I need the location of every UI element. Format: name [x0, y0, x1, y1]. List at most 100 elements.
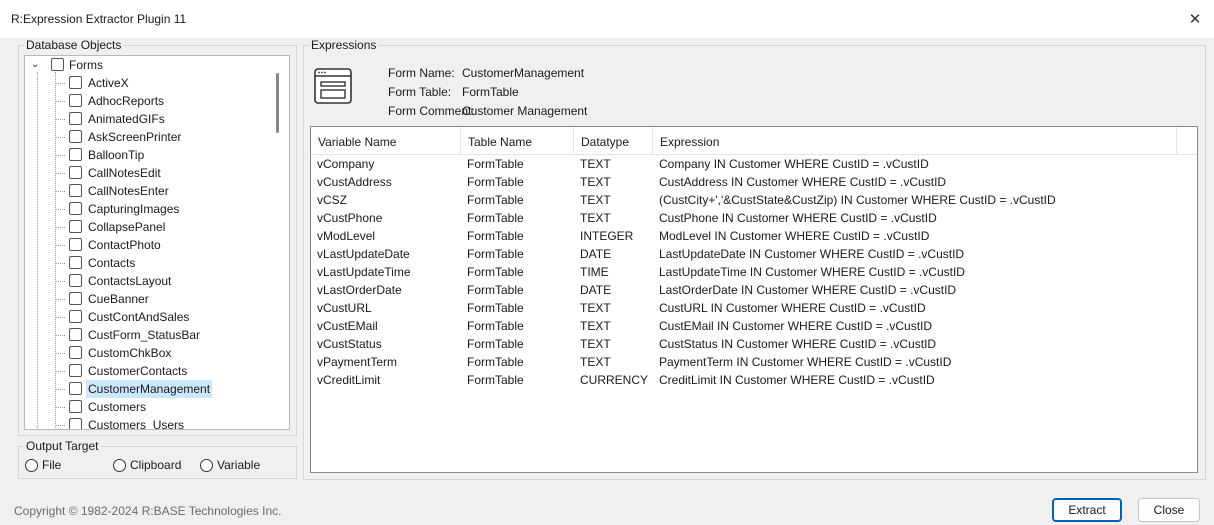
column-datatype[interactable]: Datatype	[574, 127, 653, 155]
table-row[interactable]: vCSZ FormTable TEXT (CustCity+','&CustState…	[311, 191, 1197, 209]
tree-item[interactable]: CallNotesEnter	[25, 182, 265, 200]
table-row[interactable]: vLastUpdateTime FormTable TIME LastUpdateTi…	[311, 263, 1197, 281]
tree-item[interactable]: ContactsLayout	[25, 272, 265, 290]
form-table-label: Form Table:	[388, 85, 452, 99]
tree-item-checkbox[interactable]	[69, 310, 82, 323]
tree-item-checkbox[interactable]	[69, 76, 82, 89]
tree-item-label[interactable]: CollapsePanel	[86, 218, 167, 236]
tree-item-checkbox[interactable]	[69, 346, 82, 359]
tree-item-checkbox[interactable]	[69, 382, 82, 395]
tree-item-label[interactable]: CustomChkBox	[86, 344, 173, 362]
tree-item[interactable]: CueBanner	[25, 290, 265, 308]
tree-item-checkbox[interactable]	[69, 328, 82, 341]
table-row[interactable]: vCustEMail FormTable TEXT CustEMail IN Cust…	[311, 317, 1197, 335]
database-objects-tree[interactable]: ⌄ Forms ActiveX AdhocReports AnimatedGIFs A…	[24, 55, 290, 430]
tree-connector	[55, 425, 65, 426]
tree-item[interactable]: BalloonTip	[25, 146, 265, 164]
tree-item-label[interactable]: BalloonTip	[86, 146, 146, 164]
tree-connector	[55, 227, 65, 228]
table-row[interactable]: vCustAddress FormTable TEXT CustAddress IN …	[311, 173, 1197, 191]
tree-root-forms[interactable]: ⌄ Forms	[25, 56, 285, 74]
tree-item[interactable]: AdhocReports	[25, 92, 265, 110]
tree-item-checkbox[interactable]	[69, 418, 82, 429]
forms-checkbox[interactable]	[51, 58, 64, 71]
table-row[interactable]: vLastOrderDate FormTable DATE LastOrderDate…	[311, 281, 1197, 299]
tree-item-label[interactable]: AdhocReports	[86, 92, 166, 110]
close-icon[interactable]: ✕	[1182, 6, 1208, 32]
tree-item-label[interactable]: Contacts	[86, 254, 137, 272]
tree-item-label[interactable]: CustContAndSales	[86, 308, 191, 326]
chevron-down-icon[interactable]: ⌄	[31, 56, 39, 74]
tree-item[interactable]: CallNotesEdit	[25, 164, 265, 182]
tree-item-checkbox[interactable]	[69, 184, 82, 197]
clipboard-radio[interactable]	[113, 459, 126, 472]
tree-item-checkbox[interactable]	[69, 166, 82, 179]
table-row[interactable]: vModLevel FormTable INTEGER ModLevel IN Cus…	[311, 227, 1197, 245]
table-row[interactable]: vCustPhone FormTable TEXT CustPhone IN Cust…	[311, 209, 1197, 227]
table-row[interactable]: vCustURL FormTable TEXT CustURL IN Customer…	[311, 299, 1197, 317]
copyright-text: Copyright © 1982-2024 R:BASE Technologie…	[14, 504, 282, 518]
tree-item-checkbox[interactable]	[69, 400, 82, 413]
file-radio-label[interactable]: File	[42, 458, 61, 472]
tree-item[interactable]: ContactPhoto	[25, 236, 265, 254]
tree-item-label[interactable]: Customers	[86, 398, 148, 416]
table-row[interactable]: vLastUpdateDate FormTable DATE LastUpdateDa…	[311, 245, 1197, 263]
tree-item[interactable]: CustomChkBox	[25, 344, 265, 362]
tree-item-label[interactable]: ActiveX	[86, 74, 131, 92]
tree-item[interactable]: CustContAndSales	[25, 308, 265, 326]
table-row[interactable]: vPaymentTerm FormTable TEXT PaymentTerm IN …	[311, 353, 1197, 371]
tree-item[interactable]: AskScreenPrinter	[25, 128, 265, 146]
cell-table-name: FormTable	[467, 301, 524, 315]
tree-item-checkbox[interactable]	[69, 238, 82, 251]
tree-item-label[interactable]: CueBanner	[86, 290, 151, 308]
tree-item-checkbox[interactable]	[69, 274, 82, 287]
tree-item-label[interactable]: AskScreenPrinter	[86, 128, 183, 146]
tree-item-label[interactable]: CallNotesEnter	[86, 182, 171, 200]
table-row[interactable]: vCustStatus FormTable TEXT CustStatus IN Cu…	[311, 335, 1197, 353]
tree-item-label[interactable]: CapturingImages	[86, 200, 181, 218]
tree-item-checkbox[interactable]	[69, 130, 82, 143]
tree-item-checkbox[interactable]	[69, 364, 82, 377]
tree-item-checkbox[interactable]	[69, 256, 82, 269]
tree-item[interactable]: AnimatedGIFs	[25, 110, 265, 128]
tree-item[interactable]: CollapsePanel	[25, 218, 265, 236]
tree-item[interactable]: CustForm_StatusBar	[25, 326, 265, 344]
tree-item-checkbox[interactable]	[69, 292, 82, 305]
tree-item-label[interactable]: Customers_Users	[86, 416, 186, 429]
tree-item-label[interactable]: CallNotesEdit	[86, 164, 163, 182]
cell-table-name: FormTable	[467, 355, 524, 369]
file-radio[interactable]	[25, 459, 38, 472]
tree-item-checkbox[interactable]	[69, 220, 82, 233]
tree-item-checkbox[interactable]	[69, 94, 82, 107]
table-row[interactable]: vCompany FormTable TEXT Company IN Customer…	[311, 155, 1197, 173]
column-variable-name[interactable]: Variable Name	[311, 127, 461, 155]
extract-button[interactable]: Extract	[1052, 498, 1122, 522]
tree-item-label[interactable]: CustomerManagement	[86, 380, 213, 398]
tree-item-checkbox[interactable]	[69, 112, 82, 125]
variable-radio[interactable]	[200, 459, 213, 472]
tree-scrollbar[interactable]	[276, 73, 279, 133]
clipboard-radio-label[interactable]: Clipboard	[130, 458, 181, 472]
tree-item[interactable]: ActiveX	[25, 74, 265, 92]
close-button[interactable]: Close	[1138, 498, 1200, 522]
tree-item[interactable]: CapturingImages	[25, 200, 265, 218]
tree-item-label[interactable]: CustomerContacts	[86, 362, 189, 380]
cell-expression: CustAddress IN Customer WHERE CustID = .…	[659, 175, 947, 189]
tree-item[interactable]: CustomerContacts	[25, 362, 265, 380]
tree-item-label[interactable]: AnimatedGIFs	[86, 110, 167, 128]
column-expression[interactable]: Expression	[653, 127, 1177, 155]
tree-item[interactable]: Customers	[25, 398, 265, 416]
variable-radio-label[interactable]: Variable	[217, 458, 260, 472]
tree-item[interactable]: Customers_Users	[25, 416, 265, 429]
tree-item-label[interactable]: CustForm_StatusBar	[86, 326, 202, 344]
column-table-name[interactable]: Table Name	[461, 127, 574, 155]
tree-item-label[interactable]: ContactPhoto	[86, 236, 163, 254]
tree-item-label[interactable]: ContactsLayout	[86, 272, 173, 290]
tree-item[interactable]: Contacts	[25, 254, 265, 272]
tree-item-checkbox[interactable]	[69, 148, 82, 161]
expressions-table[interactable]: Variable Name Table Name Datatype Expres…	[310, 126, 1198, 473]
tree-item[interactable]: CustomerManagement	[25, 380, 265, 398]
tree-root-label[interactable]: Forms	[67, 56, 105, 74]
tree-item-checkbox[interactable]	[69, 202, 82, 215]
table-row[interactable]: vCreditLimit FormTable CURRENCY CreditLimit…	[311, 371, 1197, 389]
